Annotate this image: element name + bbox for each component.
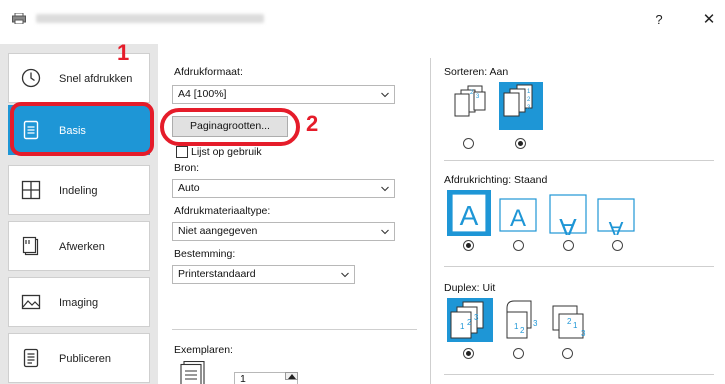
svg-text:3: 3 xyxy=(581,329,586,338)
svg-text:2: 2 xyxy=(520,326,525,335)
duplex-long-edge-radio[interactable] xyxy=(513,348,524,359)
svg-text:1: 1 xyxy=(514,322,519,331)
orientation-label: Afdrukrichting: Staand xyxy=(444,174,548,186)
destination-label: Bestemming: xyxy=(174,248,236,260)
portrait-icon: A xyxy=(451,193,487,233)
chevron-down-icon xyxy=(341,272,349,278)
svg-text:1: 1 xyxy=(460,322,465,331)
duplex-off-option[interactable]: 1 2 3 xyxy=(447,298,493,342)
source-select[interactable]: Auto xyxy=(172,179,395,198)
duplex-short-edge-option[interactable]: 2 1 3 xyxy=(547,300,591,342)
media-type-select[interactable]: Niet aangegeven xyxy=(172,222,395,241)
chevron-down-icon xyxy=(381,229,389,235)
collate-off-option[interactable]: 3 2 xyxy=(452,84,490,130)
sidebar-item-imaging[interactable]: Imaging xyxy=(8,277,150,327)
duplex-short-edge-icon: 2 1 3 xyxy=(552,305,586,339)
sidebar-item-publiceren[interactable]: Publiceren xyxy=(8,333,150,383)
svg-text:A: A xyxy=(559,213,577,235)
image-icon xyxy=(21,294,41,310)
landscape-icon: A xyxy=(499,198,537,232)
use-list-checkbox[interactable] xyxy=(176,146,188,158)
duplex-short-edge-radio[interactable] xyxy=(562,348,573,359)
paper-size-value: A4 [100%] xyxy=(178,88,227,100)
copies-value: 1 xyxy=(240,373,246,384)
orientation-rotated-portrait-radio[interactable] xyxy=(563,240,574,251)
divider xyxy=(444,374,714,375)
callout-number-2: 2 xyxy=(306,111,319,136)
close-button[interactable]: ✕ xyxy=(696,10,722,30)
chevron-down-icon xyxy=(381,92,389,98)
collate-label: Sorteren: Aan xyxy=(444,66,509,78)
svg-text:3: 3 xyxy=(533,319,538,328)
sidebar-item-label: Afwerken xyxy=(59,241,105,253)
divider xyxy=(444,160,714,161)
divider xyxy=(444,266,714,267)
duplex-off-icon: 1 2 3 xyxy=(450,301,484,339)
orientation-landscape-option[interactable]: A xyxy=(499,193,537,235)
destination-select[interactable]: Printerstandaard xyxy=(172,265,355,284)
copies-label: Exemplaren: xyxy=(174,344,233,356)
svg-text:A: A xyxy=(608,217,623,235)
svg-text:2: 2 xyxy=(567,317,572,326)
sidebar-item-label: Indeling xyxy=(59,185,98,197)
orientation-portrait-radio[interactable] xyxy=(463,240,474,251)
rotated-portrait-icon: A xyxy=(549,194,587,243)
collate-on-radio[interactable] xyxy=(515,138,526,149)
column-divider xyxy=(430,58,431,384)
collate-off-icon: 3 2 xyxy=(454,85,486,117)
divider xyxy=(172,329,417,330)
orientation-landscape-radio[interactable] xyxy=(513,240,524,251)
orientation-rotated-portrait-option[interactable]: A xyxy=(549,193,587,243)
source-label: Bron: xyxy=(174,162,200,174)
duplex-off-radio[interactable] xyxy=(463,348,474,359)
source-value: Auto xyxy=(178,182,200,194)
highlight-ring-basis xyxy=(10,102,154,156)
triangle-up-icon xyxy=(288,374,296,379)
rotated-landscape-icon: A xyxy=(597,198,635,242)
svg-text:1: 1 xyxy=(573,321,578,330)
media-type-label: Afdrukmateriaaltype: xyxy=(174,205,271,217)
orientation-rotated-landscape-option[interactable]: A xyxy=(597,193,635,242)
paper-size-select[interactable]: A4 [100%] xyxy=(172,85,395,104)
paper-size-label: Afdrukformaat: xyxy=(174,66,243,78)
window-title-redacted xyxy=(36,14,264,23)
use-list-label: Lijst op gebruik xyxy=(191,146,262,158)
sidebar-item-indeling[interactable]: Indeling xyxy=(8,165,150,215)
duplex-long-edge-option[interactable]: 1 2 3 xyxy=(499,298,543,342)
duplex-long-edge-icon: 1 2 3 xyxy=(506,300,538,339)
chevron-down-icon xyxy=(381,186,389,192)
svg-text:2: 2 xyxy=(467,318,472,327)
highlight-ring-page-sizes xyxy=(160,108,300,146)
help-button[interactable]: ? xyxy=(646,10,672,30)
collate-on-option[interactable]: 1 2 3 xyxy=(499,82,543,130)
media-type-value: Niet aangegeven xyxy=(178,225,258,237)
destination-value: Printerstandaard xyxy=(178,268,256,280)
sidebar-item-label: Publiceren xyxy=(59,353,111,365)
copies-increment-button[interactable] xyxy=(285,372,298,380)
orientation-portrait-option[interactable]: A xyxy=(447,190,491,236)
callout-number-1: 1 xyxy=(117,40,130,65)
collate-off-radio[interactable] xyxy=(463,138,474,149)
title-bar: ? ✕ xyxy=(0,0,725,36)
svg-text:3: 3 xyxy=(474,313,479,322)
layout-grid-icon xyxy=(21,180,41,200)
svg-text:A: A xyxy=(510,205,526,232)
sidebar-item-label: Imaging xyxy=(59,297,99,309)
printer-icon xyxy=(12,13,26,24)
collate-on-icon: 1 2 3 xyxy=(503,84,533,117)
finishing-icon xyxy=(22,236,39,256)
sidebar-item-afwerken[interactable]: Afwerken xyxy=(8,221,150,271)
svg-text:A: A xyxy=(460,200,479,231)
orientation-rotated-landscape-radio[interactable] xyxy=(612,240,623,251)
clock-icon xyxy=(21,68,41,88)
duplex-label: Duplex: Uit xyxy=(444,282,496,294)
copies-stack-icon xyxy=(180,361,205,384)
publish-icon xyxy=(23,348,39,368)
